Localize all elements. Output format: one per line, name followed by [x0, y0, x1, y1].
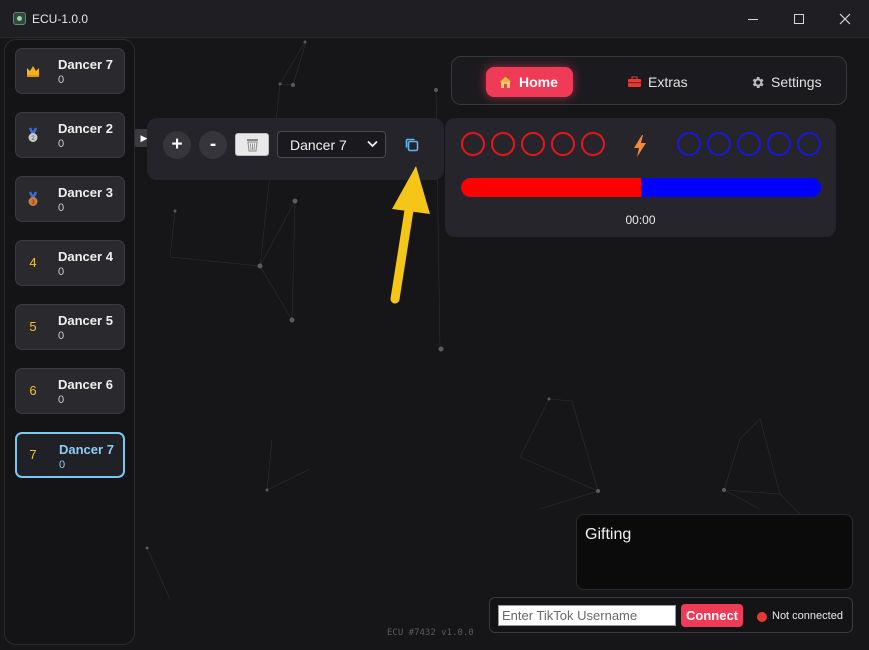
tiktok-username-input[interactable] [498, 605, 676, 626]
close-icon [839, 13, 851, 25]
trash-icon [247, 139, 258, 152]
version-label: ECU #7432 v1.0.0 [387, 628, 474, 638]
window-title: ECU-1.0.0 [32, 12, 89, 26]
blue-score-circle [797, 132, 821, 156]
rank-number: 4 [29, 255, 37, 270]
tab-settings-label: Settings [771, 74, 822, 90]
battle-panel: 00:00 [445, 118, 836, 237]
toolbox-icon [628, 76, 641, 87]
gifting-title: Gifting [585, 526, 632, 543]
add-dancer-button[interactable]: + [163, 131, 191, 159]
rank-number: 7 [29, 447, 37, 462]
maximize-icon [794, 14, 804, 24]
dancer-name: Dancer 3 [58, 185, 113, 200]
house-icon [498, 75, 513, 88]
app-body: Dancer 7 0 2 Dancer 2 0 3 Dancer 3 0 4 D… [0, 39, 869, 650]
gear-icon [752, 76, 764, 88]
dancer-card-3[interactable]: 3 Dancer 3 0 [15, 176, 125, 222]
battle-timer: 00:00 [625, 213, 656, 227]
blue-score-circle [737, 132, 761, 156]
dancer-card-2[interactable]: 2 Dancer 2 0 [15, 112, 125, 158]
tab-settings[interactable]: Settings [746, 67, 842, 97]
remove-dancer-button[interactable]: - [199, 131, 227, 159]
chevron-down-icon [367, 140, 378, 148]
bronze-medal-icon: 3 [25, 191, 41, 207]
dancer-name: Dancer 6 [58, 377, 113, 392]
dancer-name: Dancer 7 [59, 442, 114, 457]
dancer-card-6[interactable]: 6 Dancer 6 0 [15, 368, 125, 414]
rank-number: 6 [29, 383, 37, 398]
red-score-circle [551, 132, 575, 156]
dancer-name: Dancer 4 [58, 249, 113, 264]
dancer-select[interactable]: Dancer 7 [277, 131, 386, 158]
dancer-card-4[interactable]: 4 Dancer 4 0 [15, 240, 125, 286]
copy-button[interactable] [403, 136, 421, 154]
blue-score-circle [707, 132, 731, 156]
dancer-score: 0 [58, 266, 65, 278]
blue-score-circle [677, 132, 701, 156]
minimize-icon [748, 18, 758, 20]
status-indicator-icon [757, 612, 767, 622]
maximize-button[interactable] [776, 0, 822, 38]
copy-icon [405, 138, 419, 152]
battle-progress-bar [461, 178, 821, 197]
main-nav: Home Extras Settings [451, 56, 847, 105]
crown-icon [25, 63, 41, 79]
red-team-progress [461, 178, 641, 197]
tab-extras-label: Extras [648, 74, 688, 90]
delete-button[interactable] [235, 133, 269, 156]
lightning-bolt-icon [634, 135, 646, 157]
tab-home-label: Home [519, 74, 558, 90]
connect-button[interactable]: Connect [681, 604, 743, 627]
app-logo-icon [13, 12, 26, 25]
red-score-circle [491, 132, 515, 156]
annotation-arrow-icon [390, 166, 430, 304]
dancer-score: 0 [58, 138, 65, 150]
tab-home[interactable]: Home [486, 67, 573, 97]
dancer-card-5[interactable]: 5 Dancer 5 0 [15, 304, 125, 350]
dancer-card-7[interactable]: 7 Dancer 7 0 [15, 432, 125, 478]
blue-score-circle [767, 132, 791, 156]
dancer-score: 0 [58, 394, 65, 406]
dancer-name: Dancer 2 [58, 121, 113, 136]
connect-bar: Connect Not connected [489, 597, 853, 633]
red-score-circle [521, 132, 545, 156]
dancer-name: Dancer 5 [58, 313, 113, 328]
minimize-button[interactable] [730, 0, 776, 38]
dancer-sidebar: Dancer 7 0 2 Dancer 2 0 3 Dancer 3 0 4 D… [4, 39, 135, 645]
dancer-score: 0 [58, 202, 65, 214]
red-score-circle [461, 132, 485, 156]
dancer-select-value: Dancer 7 [290, 137, 347, 153]
connection-status: Not connected [772, 610, 843, 622]
title-bar: ECU-1.0.0 [0, 0, 869, 38]
gifting-panel: Gifting [576, 514, 853, 590]
dancer-score: 0 [59, 459, 66, 471]
close-button[interactable] [822, 0, 868, 38]
dancer-card-1[interactable]: Dancer 7 0 [15, 48, 125, 94]
tab-extras[interactable]: Extras [622, 67, 702, 97]
dancer-score: 0 [58, 330, 65, 342]
silver-medal-icon: 2 [25, 127, 41, 143]
red-score-circle [581, 132, 605, 156]
dancer-score: 0 [58, 74, 65, 86]
dancer-name: Dancer 7 [58, 57, 113, 72]
rank-number: 5 [29, 319, 37, 334]
